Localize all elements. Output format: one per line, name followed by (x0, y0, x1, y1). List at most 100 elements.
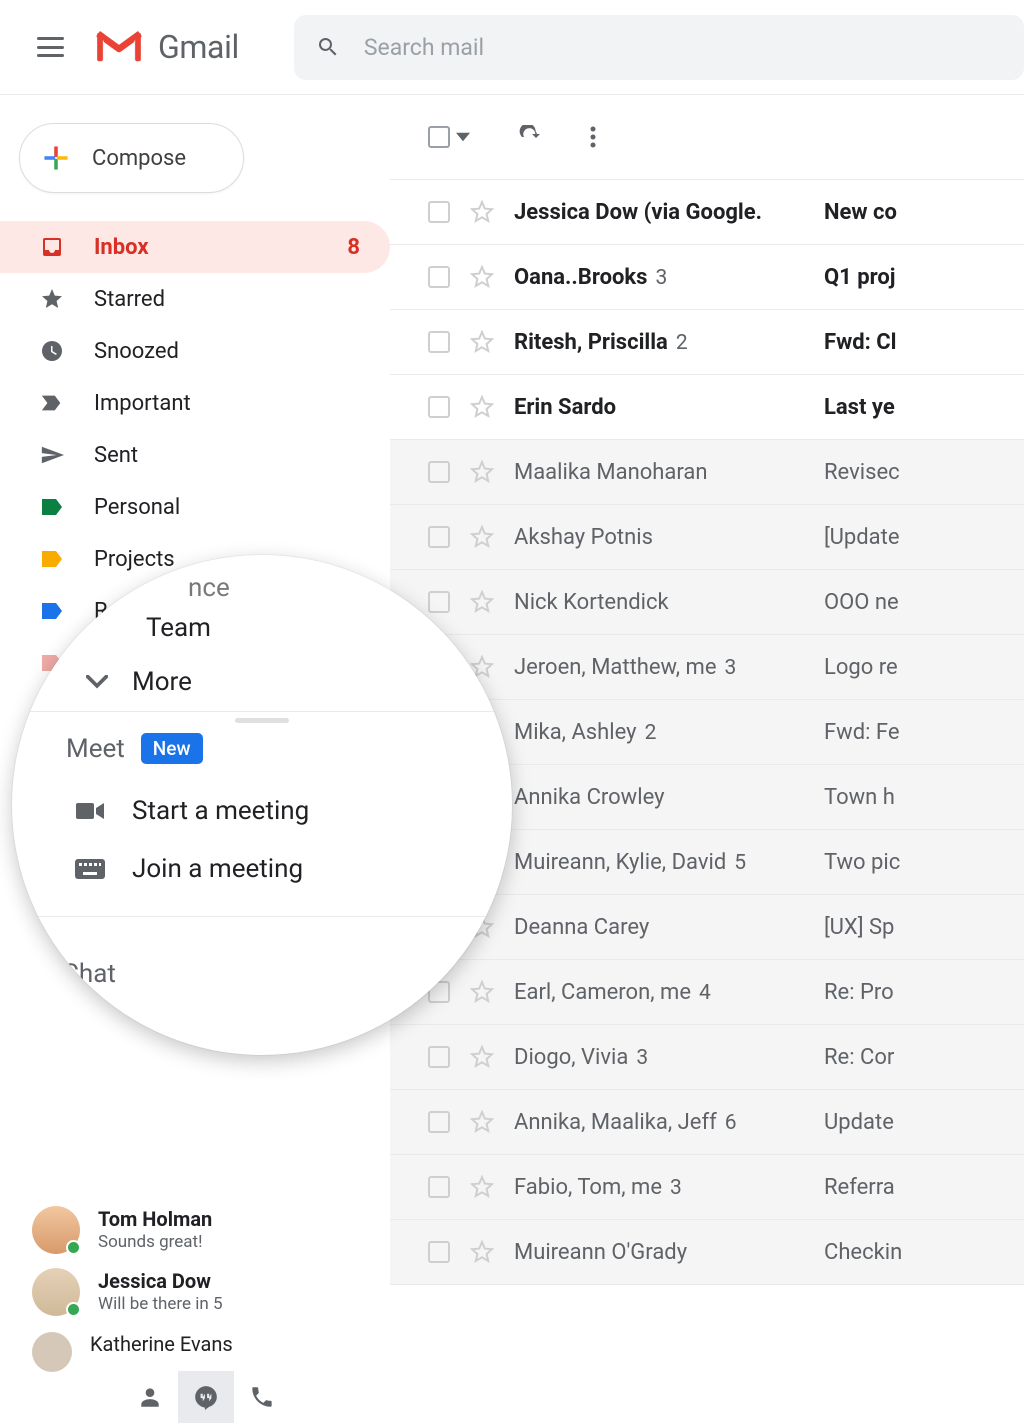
mail-sender: Erin Sardo (514, 395, 804, 420)
star-icon[interactable] (470, 1175, 494, 1199)
sidebar-item-personal[interactable]: Personal (0, 481, 390, 533)
mail-sender: Muireann, Kylie, David 5 (514, 850, 804, 875)
mail-subject: Logo re (824, 655, 898, 680)
star-icon[interactable] (470, 200, 494, 224)
chat-contact-name: Katherine Evans (90, 1332, 233, 1357)
magnifier-more-row[interactable]: More (86, 667, 512, 697)
chat-tab-contacts[interactable] (122, 1371, 178, 1423)
mail-row[interactable]: Annika, Maalika, Jeff 6 Update (390, 1090, 1024, 1155)
select-all-checkbox[interactable] (428, 126, 470, 148)
mail-subject: Q1 proj (824, 265, 896, 290)
sidebar-item-inbox[interactable]: Inbox 8 (0, 221, 390, 273)
chat-panel: Tom Holman Sounds great! Jessica Dow Wil… (0, 1199, 390, 1423)
compose-button[interactable]: Compose (19, 123, 244, 193)
star-icon[interactable] (470, 330, 494, 354)
mail-row[interactable]: Earl, Cameron, me 4 Re: Pro (390, 960, 1024, 1025)
chat-contact-name: Jessica Dow (98, 1269, 223, 1294)
mail-row[interactable]: Erin Sardo Last ye (390, 375, 1024, 440)
label-icon (40, 547, 64, 571)
sidebar-item-label: Snoozed (94, 339, 179, 364)
mail-checkbox[interactable] (428, 1046, 450, 1068)
mail-checkbox[interactable] (428, 1111, 450, 1133)
star-icon[interactable] (470, 1045, 494, 1069)
more-vert-icon[interactable] (590, 125, 596, 149)
mail-subject: Revisec (824, 460, 900, 485)
star-icon[interactable] (470, 265, 494, 289)
drag-handle[interactable] (235, 718, 289, 723)
mail-checkbox[interactable] (428, 1176, 450, 1198)
search-bar[interactable] (294, 15, 1024, 80)
start-meeting-button[interactable]: Start a meeting (74, 782, 512, 840)
search-input[interactable] (364, 34, 1002, 61)
avatar (32, 1332, 72, 1372)
mail-checkbox[interactable] (428, 526, 450, 548)
mail-checkbox[interactable] (428, 461, 450, 483)
mail-subject: Re: Pro (824, 980, 894, 1005)
mail-row[interactable]: Diogo, Vivia 3 Re: Cor (390, 1025, 1024, 1090)
chat-item-katherine[interactable]: Katherine Evans (32, 1323, 390, 1365)
label-icon (40, 599, 64, 623)
gmail-wordmark: Gmail (158, 28, 239, 66)
meet-label: Meet (66, 734, 125, 764)
mail-checkbox[interactable] (428, 266, 450, 288)
star-icon[interactable] (470, 980, 494, 1004)
star-icon[interactable] (470, 395, 494, 419)
presence-dot (78, 1029, 93, 1044)
mail-row[interactable]: Jessica Dow (via Google. New co (390, 180, 1024, 245)
mail-row[interactable]: Akshay Potnis [Update (390, 505, 1024, 570)
mail-sender: Diogo, Vivia 3 (514, 1045, 804, 1070)
mail-subject: Fwd: Cl (824, 330, 897, 355)
sidebar-item-label: Projects (94, 547, 175, 572)
chat-item-jessica[interactable]: Jessica Dow Will be there in 5 (32, 1261, 390, 1323)
mail-subject: [Update (824, 525, 900, 550)
mail-subject: Referra (824, 1175, 895, 1200)
mail-checkbox[interactable] (428, 396, 450, 418)
chat-tab-calls[interactable] (234, 1371, 290, 1423)
mail-row[interactable]: Oana..Brooks 3 Q1 proj (390, 245, 1024, 310)
gmail-logo[interactable]: Gmail (94, 28, 239, 66)
mail-row[interactable]: Ritesh, Priscilla 2 Fwd: Cl (390, 310, 1024, 375)
mail-sender: Jeroen, Matthew, me 3 (514, 655, 804, 680)
star-icon (40, 287, 64, 311)
mail-row[interactable]: Jeroen, Matthew, me 3 Logo re (390, 635, 1024, 700)
mail-subject: Re: Cor (824, 1045, 894, 1070)
mail-checkbox[interactable] (428, 201, 450, 223)
search-icon (316, 35, 340, 59)
sidebar-item-sent[interactable]: Sent (0, 429, 390, 481)
mail-row[interactable]: Fabio, Tom, me 3 Referra (390, 1155, 1024, 1220)
refresh-icon[interactable] (518, 125, 542, 149)
mail-toolbar (390, 95, 1024, 180)
sidebar-item-snoozed[interactable]: Snoozed (0, 325, 390, 377)
gmail-m-icon (94, 28, 144, 66)
sidebar-item-important[interactable]: Important (0, 377, 390, 429)
mail-sender: Ritesh, Priscilla 2 (514, 330, 804, 355)
chat-contact-snippet: Sounds great! (98, 1232, 212, 1253)
avatar (32, 1268, 80, 1316)
star-icon[interactable] (470, 460, 494, 484)
mail-checkbox[interactable] (428, 1241, 450, 1263)
mail-row[interactable]: Maalika Manoharan Revisec (390, 440, 1024, 505)
mail-subject: Two pic (824, 850, 900, 875)
avatar (32, 1206, 80, 1254)
star-icon[interactable] (470, 525, 494, 549)
star-icon[interactable] (470, 1110, 494, 1134)
join-meeting-button[interactable]: Join a meeting (74, 840, 512, 898)
magnifier-partial-text: nce (188, 573, 512, 603)
meet-section-header: Meet New (66, 733, 512, 764)
mail-subject: Fwd: Fe (824, 720, 900, 745)
meet-new-badge: New (141, 733, 203, 764)
presence-dot (66, 1302, 81, 1317)
chat-tab-hangouts[interactable] (178, 1371, 234, 1423)
mail-sender: Muireann O'Grady (514, 1240, 804, 1265)
sidebar-item-starred[interactable]: Starred (0, 273, 390, 325)
mail-row[interactable]: Muireann O'Grady Checkin (390, 1220, 1024, 1285)
mail-subject: Update (824, 1110, 894, 1135)
mail-subject: Town h (824, 785, 895, 810)
chat-contact-snippet: Will be there in 5 (98, 1294, 223, 1315)
main-menu-icon[interactable] (37, 37, 64, 57)
mail-subject: [UX] Sp (824, 915, 894, 940)
keyboard-icon (74, 859, 106, 879)
star-icon[interactable] (470, 1240, 494, 1264)
mail-checkbox[interactable] (428, 331, 450, 353)
chat-item-tom[interactable]: Tom Holman Sounds great! (32, 1199, 390, 1261)
